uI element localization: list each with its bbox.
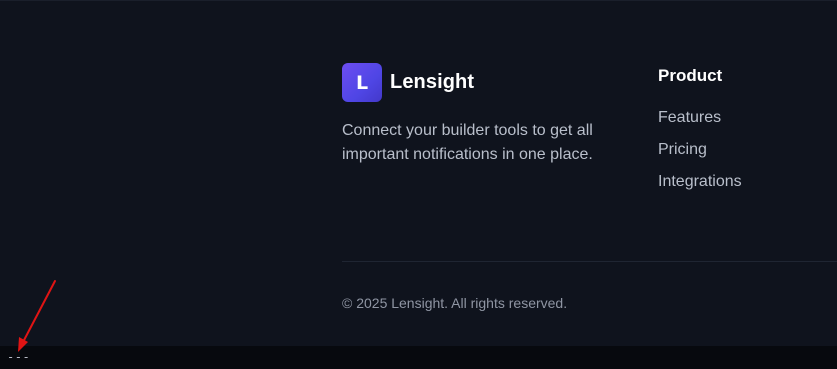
footer-link-integrations[interactable]: Integrations bbox=[658, 172, 742, 204]
console-bar bbox=[0, 346, 837, 369]
product-links: Features Pricing Integrations bbox=[658, 108, 742, 204]
brand-name: Lensight bbox=[390, 71, 475, 93]
brand[interactable]: L Lensight bbox=[342, 63, 474, 102]
product-column-title: Product bbox=[658, 66, 723, 85]
footer-page: L Lensight Connect your builder tools to… bbox=[0, 0, 837, 369]
top-border bbox=[0, 0, 837, 1]
console-text: --- bbox=[7, 350, 31, 364]
footer-link-features[interactable]: Features bbox=[658, 108, 742, 140]
logo-icon: L bbox=[342, 63, 382, 102]
footer-divider bbox=[342, 261, 837, 262]
footer-tagline: Connect your builder tools to get all im… bbox=[342, 122, 593, 163]
copyright-text: © 2025 Lensight. All rights reserved. bbox=[342, 295, 568, 311]
footer-link-pricing[interactable]: Pricing bbox=[658, 140, 742, 172]
